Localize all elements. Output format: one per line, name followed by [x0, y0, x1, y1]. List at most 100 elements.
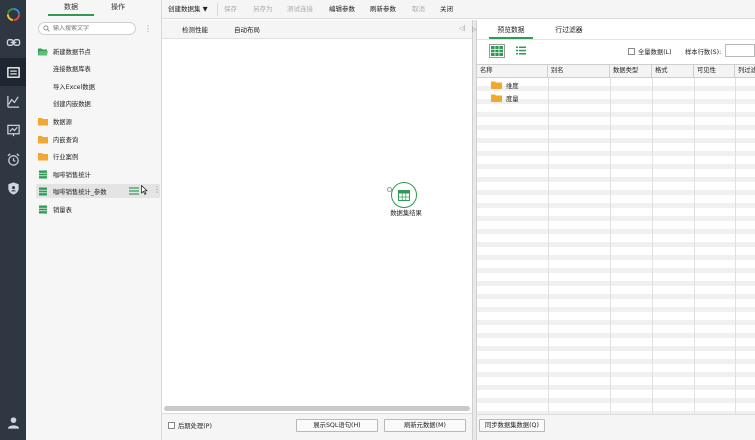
- tree-item-coffee-sales-param[interactable]: 咖啡销售统计_参数 ⋮: [36, 184, 161, 198]
- edit-params-button[interactable]: 编辑参数: [329, 0, 355, 19]
- analysis-chart-icon[interactable]: [0, 87, 26, 115]
- test-connection-button[interactable]: 测试连接: [287, 0, 313, 19]
- app-logo-icon[interactable]: [0, 0, 26, 28]
- dataset-table-icon: [39, 205, 47, 213]
- fields-table: 名称 别名 数据类型 格式 可见性 列过滤 维度 度量: [477, 64, 755, 414]
- save-as-button[interactable]: 另存为: [253, 0, 273, 19]
- user-avatar-icon[interactable]: [0, 408, 26, 436]
- cancel-button[interactable]: 取消: [412, 0, 425, 19]
- preview-footer: 同步数据集数据(Q): [477, 414, 755, 440]
- table-row[interactable]: 度量: [491, 92, 519, 104]
- post-process-label: 后期处理(P): [178, 423, 212, 430]
- tree-item-label: 咖啡销售统计: [53, 171, 91, 179]
- refresh-params-button[interactable]: 刷新参数: [370, 0, 396, 19]
- column-header[interactable]: 名称: [477, 65, 548, 78]
- main-toolbar: 创建数据集 ▼ 保存 另存为 测试连接 编辑参数 刷新参数 取消 关闭: [162, 0, 755, 19]
- create-dataset-button[interactable]: 创建数据集 ▼: [168, 0, 208, 19]
- table-row[interactable]: 维度: [491, 79, 519, 91]
- tree-item-label: 导入Excel数据: [53, 83, 95, 91]
- item-menu-icon[interactable]: ⋮: [153, 185, 161, 194]
- tab-row-filter[interactable]: 行过滤器: [547, 20, 591, 39]
- search-input[interactable]: [53, 25, 133, 32]
- panel-menu-icon[interactable]: ⋮: [144, 24, 152, 33]
- full-data-checkbox[interactable]: 全量数据(L): [628, 47, 672, 56]
- check-validity-button[interactable]: 检测性能: [182, 20, 208, 39]
- column-header[interactable]: 列过滤: [735, 65, 755, 78]
- search-box[interactable]: [38, 22, 136, 35]
- checkbox-box[interactable]: [628, 48, 635, 55]
- tab-operations[interactable]: 操作: [95, 0, 141, 16]
- tree-item-new-node[interactable]: 新建数据节点: [38, 44, 156, 58]
- dataset-icon[interactable]: [0, 58, 26, 86]
- folder-icon: [491, 81, 502, 89]
- mouse-cursor-icon: [141, 185, 148, 195]
- tree-item-label: 咖啡销售统计_参数: [53, 188, 107, 196]
- alarm-clock-icon[interactable]: [0, 145, 26, 173]
- auto-layout-button[interactable]: 自动布局: [234, 20, 260, 39]
- sample-rows-label: 样本行数(S):: [685, 49, 722, 56]
- folder-icon: [491, 94, 502, 102]
- folder-icon: [38, 152, 48, 160]
- dataset-result-node[interactable]: [391, 182, 417, 208]
- design-canvas[interactable]: 数据集结果: [162, 40, 472, 410]
- tree-item-connect-db[interactable]: 连接数据库表: [38, 61, 156, 75]
- tree-item-label: 新建数据节点: [53, 48, 91, 56]
- tab-data[interactable]: 数据: [48, 0, 94, 16]
- list-view-button[interactable]: [516, 46, 526, 57]
- refresh-metadata-button[interactable]: 刷新元数据(M): [384, 419, 466, 432]
- tree-folder-industry[interactable]: 行业案例: [38, 149, 156, 163]
- preview-tabs: 预览数据 行过滤器: [477, 20, 755, 40]
- table-grid-icon: [398, 189, 410, 201]
- row-name: 维度: [506, 82, 519, 90]
- list-icon[interactable]: [129, 187, 139, 195]
- checkbox-box[interactable]: [168, 422, 175, 429]
- canvas-toolbar: 检测性能 自动布局 ◁|: [162, 20, 472, 39]
- close-button[interactable]: 关闭: [440, 0, 453, 19]
- column-header[interactable]: 可见性: [694, 65, 735, 78]
- sample-rows-input[interactable]: [725, 44, 755, 57]
- link-icon[interactable]: [0, 28, 26, 56]
- node-input-port[interactable]: [387, 187, 392, 192]
- tree-item-coffee-sales[interactable]: 咖啡销售统计: [38, 167, 156, 181]
- tree-item-label: 行业案例: [53, 153, 79, 161]
- sync-dataset-button[interactable]: 同步数据集数据(Q): [479, 419, 545, 432]
- column-header[interactable]: 数据类型: [610, 65, 652, 78]
- row-name: 度量: [506, 95, 519, 103]
- folder-open-icon: [38, 48, 48, 55]
- dataset-table-icon: [39, 187, 47, 195]
- tree-folder-inline-query[interactable]: 内嵌查询: [38, 132, 156, 146]
- tree-item-label: 数据源: [53, 118, 72, 126]
- tree-item-sales-table[interactable]: 销量表: [38, 202, 156, 216]
- app-rail: [0, 0, 26, 440]
- tree-folder-data-source[interactable]: 数据源: [38, 114, 156, 128]
- table-view-icon: [491, 46, 503, 56]
- folder-icon: [38, 117, 48, 125]
- post-process-checkbox[interactable]: 后期处理(P): [168, 421, 212, 430]
- show-sql-button[interactable]: 展示SQL语句(H): [296, 419, 378, 432]
- folder-icon: [38, 135, 48, 143]
- search-icon: [43, 25, 50, 32]
- table-view-button[interactable]: [489, 44, 505, 58]
- tree-item-create-inline[interactable]: 创建内嵌数据: [38, 96, 156, 110]
- canvas-footer: 后期处理(P) 展示SQL语句(H) 刷新元数据(M): [162, 413, 472, 440]
- tab-preview-data[interactable]: 预览数据: [489, 20, 533, 39]
- tree-item-label: 销量表: [53, 206, 72, 214]
- column-header[interactable]: 别名: [548, 65, 610, 78]
- splitter-arrow-icon[interactable]: ▷: [472, 26, 477, 33]
- save-button[interactable]: 保存: [224, 0, 237, 19]
- preview-toolbar: 全量数据(L) 样本行数(S):: [477, 40, 755, 64]
- tree-item-label: 创建内嵌数据: [53, 100, 91, 108]
- dashboard-icon[interactable]: [0, 116, 26, 144]
- dataset-table-icon: [39, 170, 47, 178]
- tree-item-label: 内嵌查询: [53, 136, 79, 144]
- collapse-icon[interactable]: ◁|: [459, 25, 466, 32]
- tree-item-import-excel[interactable]: 导入Excel数据: [38, 79, 156, 93]
- column-header[interactable]: 格式: [652, 65, 694, 78]
- node-label: 数据集结果: [390, 210, 422, 217]
- data-panel: 数据 操作 ⋮ 新建数据节点 连接数据库表 导入Excel数据 创建内嵌数据 数…: [26, 0, 162, 440]
- security-shield-icon[interactable]: [0, 174, 26, 202]
- canvas-horizontal-scrollbar[interactable]: [164, 406, 470, 411]
- tree-item-label: 连接数据库表: [53, 65, 91, 73]
- full-data-label: 全量数据(L): [638, 49, 672, 56]
- list-view-icon: [516, 46, 526, 55]
